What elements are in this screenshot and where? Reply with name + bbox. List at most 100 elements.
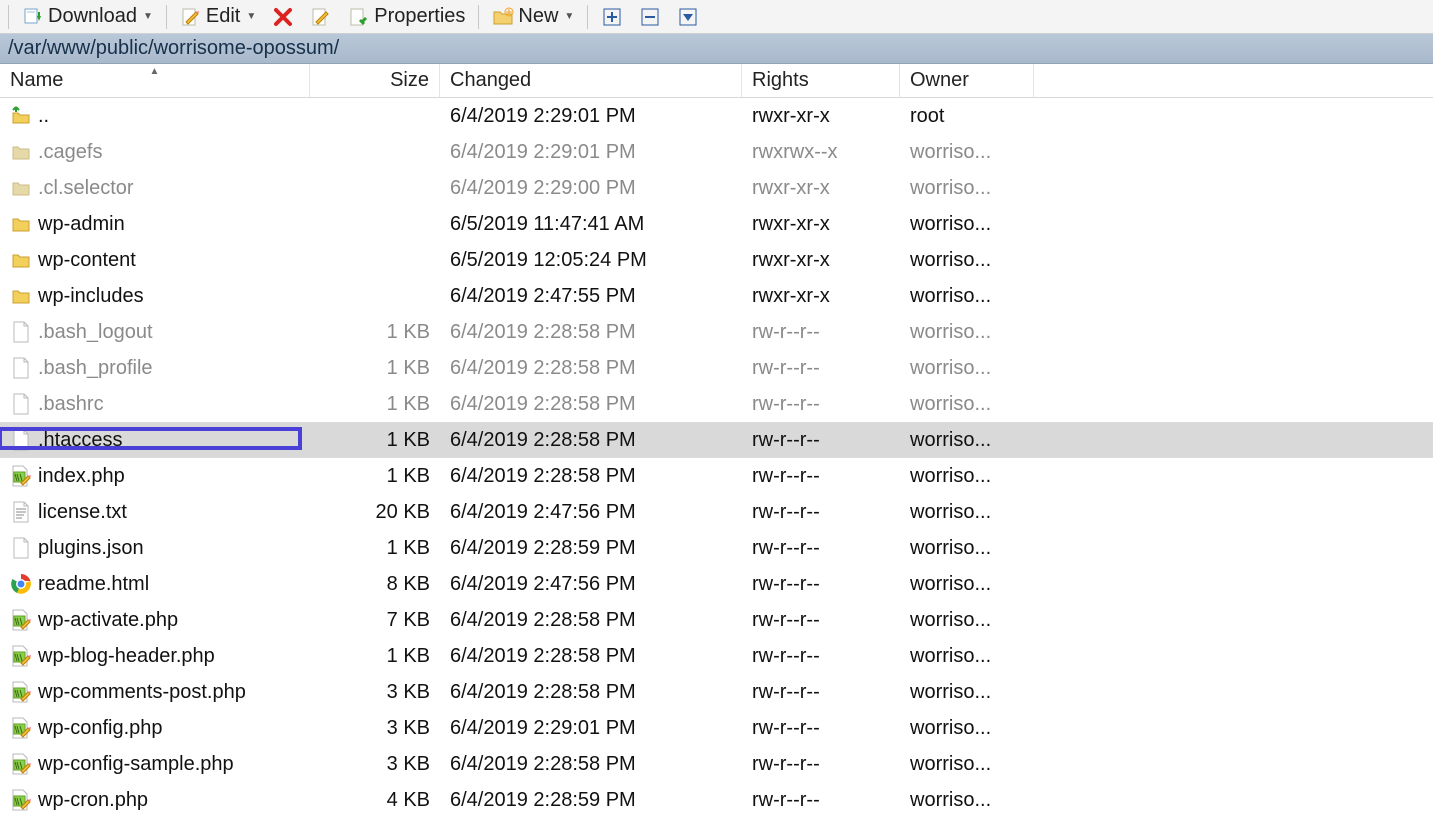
cell-name: .cagefs <box>0 141 310 164</box>
minus-icon <box>639 6 661 28</box>
cell-owner: worriso... <box>900 393 1034 416</box>
cell-changed: 6/4/2019 2:28:58 PM <box>440 645 742 668</box>
file-name: wp-content <box>38 249 136 272</box>
download-button[interactable]: Download ▼ <box>15 3 160 31</box>
column-header-rights[interactable]: Rights <box>742 64 900 97</box>
file-name: .bashrc <box>38 393 104 416</box>
file-name: wp-admin <box>38 213 125 236</box>
cell-owner: worriso... <box>900 789 1034 812</box>
table-row[interactable]: wp-content6/5/2019 12:05:24 PMrwxr-xr-xw… <box>0 242 1433 278</box>
file-name: wp-config-sample.php <box>38 753 234 776</box>
cell-rights: rw-r--r-- <box>742 645 900 668</box>
file-name: .bash_profile <box>38 357 153 380</box>
cell-rights: rw-r--r-- <box>742 573 900 596</box>
cell-name: .. <box>0 105 310 128</box>
path-text: /var/www/public/worrisome-opossum/ <box>8 37 339 60</box>
table-row[interactable]: wp-config.php3 KB6/4/2019 2:29:01 PMrw-r… <box>0 710 1433 746</box>
separator <box>166 5 167 29</box>
cell-rights: rw-r--r-- <box>742 681 900 704</box>
cell-size: 1 KB <box>310 357 440 380</box>
cell-owner: worriso... <box>900 573 1034 596</box>
table-row[interactable]: plugins.json1 KB6/4/2019 2:28:59 PMrw-r-… <box>0 530 1433 566</box>
table-row[interactable]: license.txt20 KB6/4/2019 2:47:56 PMrw-r-… <box>0 494 1433 530</box>
column-header-size[interactable]: Size <box>310 64 440 97</box>
cell-name: wp-cron.php <box>0 789 310 812</box>
select-mode-button[interactable] <box>670 3 706 31</box>
cell-changed: 6/4/2019 2:28:58 PM <box>440 681 742 704</box>
cell-name: wp-config-sample.php <box>0 753 310 776</box>
cell-size: 1 KB <box>310 465 440 488</box>
cell-rights: rw-r--r-- <box>742 501 900 524</box>
table-row[interactable]: .cagefs6/4/2019 2:29:01 PMrwxrwx--xworri… <box>0 134 1433 170</box>
table-row[interactable]: .cl.selector6/4/2019 2:29:00 PMrwxr-xr-x… <box>0 170 1433 206</box>
file-name: wp-comments-post.php <box>38 681 246 704</box>
expand-button[interactable] <box>594 3 630 31</box>
folder-icon <box>10 249 32 271</box>
folder-icon <box>10 177 32 199</box>
cell-size: 3 KB <box>310 717 440 740</box>
new-folder-icon <box>492 6 514 28</box>
select-caret-icon <box>677 6 699 28</box>
cell-owner: worriso... <box>900 465 1034 488</box>
cell-changed: 6/4/2019 2:28:59 PM <box>440 789 742 812</box>
cell-owner: worriso... <box>900 645 1034 668</box>
table-row[interactable]: .bash_profile1 KB6/4/2019 2:28:58 PMrw-r… <box>0 350 1433 386</box>
table-row[interactable]: index.php1 KB6/4/2019 2:28:58 PMrw-r--r-… <box>0 458 1433 494</box>
edit-button[interactable]: Edit ▼ <box>173 3 263 31</box>
column-header-owner[interactable]: Owner <box>900 64 1034 97</box>
new-button[interactable]: New ▼ <box>485 3 581 31</box>
table-row[interactable]: wp-cron.php4 KB6/4/2019 2:28:59 PMrw-r--… <box>0 782 1433 818</box>
table-row[interactable]: wp-activate.php7 KB6/4/2019 2:28:58 PMrw… <box>0 602 1433 638</box>
cell-name: wp-content <box>0 249 310 272</box>
cell-changed: 6/4/2019 2:47:55 PM <box>440 285 742 308</box>
table-row[interactable]: .bash_logout1 KB6/4/2019 2:28:58 PMrw-r-… <box>0 314 1433 350</box>
table-row[interactable]: .bashrc1 KB6/4/2019 2:28:58 PMrw-r--r--w… <box>0 386 1433 422</box>
cell-owner: worriso... <box>900 141 1034 164</box>
rename-button[interactable] <box>303 3 339 31</box>
collapse-button[interactable] <box>632 3 668 31</box>
column-header-changed[interactable]: Changed <box>440 64 742 97</box>
path-bar[interactable]: /var/www/public/worrisome-opossum/ <box>0 34 1433 64</box>
cell-owner: worriso... <box>900 681 1034 704</box>
plus-icon <box>601 6 623 28</box>
php-icon <box>10 609 32 631</box>
cell-owner: worriso... <box>900 429 1034 452</box>
chrome-icon <box>10 573 32 595</box>
cell-owner: worriso... <box>900 213 1034 236</box>
delete-x-icon <box>272 6 294 28</box>
cell-owner: worriso... <box>900 321 1034 344</box>
dropdown-caret-icon: ▼ <box>143 11 153 22</box>
file-name: wp-includes <box>38 285 144 308</box>
cell-size: 3 KB <box>310 681 440 704</box>
cell-rights: rw-r--r-- <box>742 789 900 812</box>
php-icon <box>10 681 32 703</box>
table-row[interactable]: wp-admin6/5/2019 11:47:41 AMrwxr-xr-xwor… <box>0 206 1433 242</box>
table-row[interactable]: wp-config-sample.php3 KB6/4/2019 2:28:58… <box>0 746 1433 782</box>
delete-button[interactable] <box>265 3 301 31</box>
column-header-name[interactable]: Name ▲ <box>0 64 310 97</box>
table-row[interactable]: wp-includes6/4/2019 2:47:55 PMrwxr-xr-xw… <box>0 278 1433 314</box>
dropdown-caret-icon: ▼ <box>246 11 256 22</box>
cell-rights: rw-r--r-- <box>742 753 900 776</box>
cell-name: .cl.selector <box>0 177 310 200</box>
file-name: plugins.json <box>38 537 144 560</box>
cell-owner: worriso... <box>900 285 1034 308</box>
php-icon <box>10 645 32 667</box>
table-row[interactable]: .htaccess1 KB6/4/2019 2:28:58 PMrw-r--r-… <box>0 422 1433 458</box>
cell-changed: 6/4/2019 2:28:58 PM <box>440 753 742 776</box>
edit-icon <box>180 6 202 28</box>
file-name: .htaccess <box>38 429 122 452</box>
cell-changed: 6/4/2019 2:47:56 PM <box>440 501 742 524</box>
cell-rights: rw-r--r-- <box>742 465 900 488</box>
table-row[interactable]: ..6/4/2019 2:29:01 PMrwxr-xr-xroot <box>0 98 1433 134</box>
file-name: .bash_logout <box>38 321 153 344</box>
properties-button[interactable]: Properties <box>341 3 472 31</box>
file-name: readme.html <box>38 573 149 596</box>
table-row[interactable]: readme.html8 KB6/4/2019 2:47:56 PMrw-r--… <box>0 566 1433 602</box>
cell-size: 7 KB <box>310 609 440 632</box>
table-row[interactable]: wp-comments-post.php 3 KB6/4/2019 2:28:58… <box>0 674 1433 710</box>
download-label: Download <box>48 5 137 28</box>
cell-rights: rwxr-xr-x <box>742 177 900 200</box>
table-row[interactable]: wp-blog-header.php1 KB6/4/2019 2:28:58 P… <box>0 638 1433 674</box>
file-name: .cl.selector <box>38 177 134 200</box>
